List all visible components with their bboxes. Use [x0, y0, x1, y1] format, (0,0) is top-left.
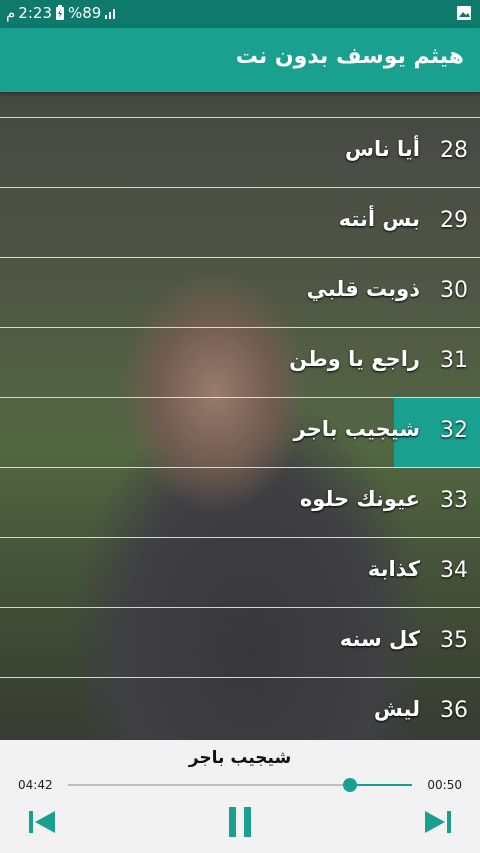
track-number: 32 [440, 418, 468, 443]
track-title: كل سنه [339, 627, 420, 651]
track-title: عيونك حلوه [299, 487, 420, 511]
track-number: 35 [440, 628, 468, 653]
seek-thumb[interactable] [343, 778, 358, 792]
next-button[interactable] [22, 804, 62, 840]
list-item-partial[interactable] [0, 92, 480, 118]
list-item[interactable]: 35 كل سنه [0, 608, 480, 678]
battery-percent: %89 [67, 4, 102, 22]
track-title: راجع يا وطن [289, 347, 420, 371]
list-item[interactable]: 33 عيونك حلوه [0, 468, 480, 538]
track-number: 33 [440, 488, 468, 513]
status-right [456, 5, 472, 25]
track-number: 30 [440, 278, 468, 303]
elapsed-time: 00:50 [427, 778, 462, 792]
battery-charging-icon [55, 5, 64, 20]
clock: 2:23 [18, 4, 52, 22]
list-item-active[interactable]: 32 شيجيب باجر [0, 398, 480, 468]
list-item[interactable]: 30 ذوبت قلبي [0, 258, 480, 328]
pause-button[interactable] [220, 804, 260, 840]
track-title: ذوبت قلبي [306, 277, 420, 301]
skip-next-icon [29, 811, 55, 833]
track-title: ليش [373, 697, 420, 721]
track-title: بس أنته [338, 207, 420, 231]
track-number: 28 [440, 138, 468, 163]
image-notification-icon [457, 6, 471, 20]
now-playing-title: شيجيب باجر [188, 748, 292, 768]
am-pm-indicator: م [6, 4, 16, 22]
track-title: أيا ناس [344, 137, 420, 161]
list-item[interactable]: 29 بس أنته [0, 188, 480, 258]
list-item[interactable]: 28 أيا ناس [0, 118, 480, 188]
list-item[interactable]: 36 ليش [0, 678, 480, 740]
seek-bar[interactable] [68, 778, 412, 792]
track-title: كذابة [367, 557, 420, 581]
song-list[interactable]: 28 أيا ناس 29 بس أنته 30 ذوبت قلبي 31 را… [0, 92, 480, 740]
previous-button[interactable] [418, 804, 458, 840]
status-left: م 2:23 %89 [6, 4, 118, 22]
track-number: 36 [440, 698, 468, 723]
app-title: هيثم يوسف بدون نت [235, 44, 464, 69]
pause-icon [229, 807, 251, 837]
list-item[interactable]: 31 راجع يا وطن [0, 328, 480, 398]
track-title: شيجيب باجر [293, 417, 420, 441]
total-time: 04:42 [18, 778, 53, 792]
list-item[interactable]: 34 كذابة [0, 538, 480, 608]
status-bar: م 2:23 %89 [0, 0, 480, 28]
track-number: 29 [440, 208, 468, 233]
seek-progress [350, 784, 412, 786]
app-bar: هيثم يوسف بدون نت [0, 28, 480, 92]
skip-previous-icon [425, 811, 451, 833]
track-number: 31 [440, 348, 468, 373]
signal-icon [105, 9, 116, 19]
track-number: 34 [440, 558, 468, 583]
player-panel: شيجيب باجر 04:42 00:50 [0, 740, 480, 853]
